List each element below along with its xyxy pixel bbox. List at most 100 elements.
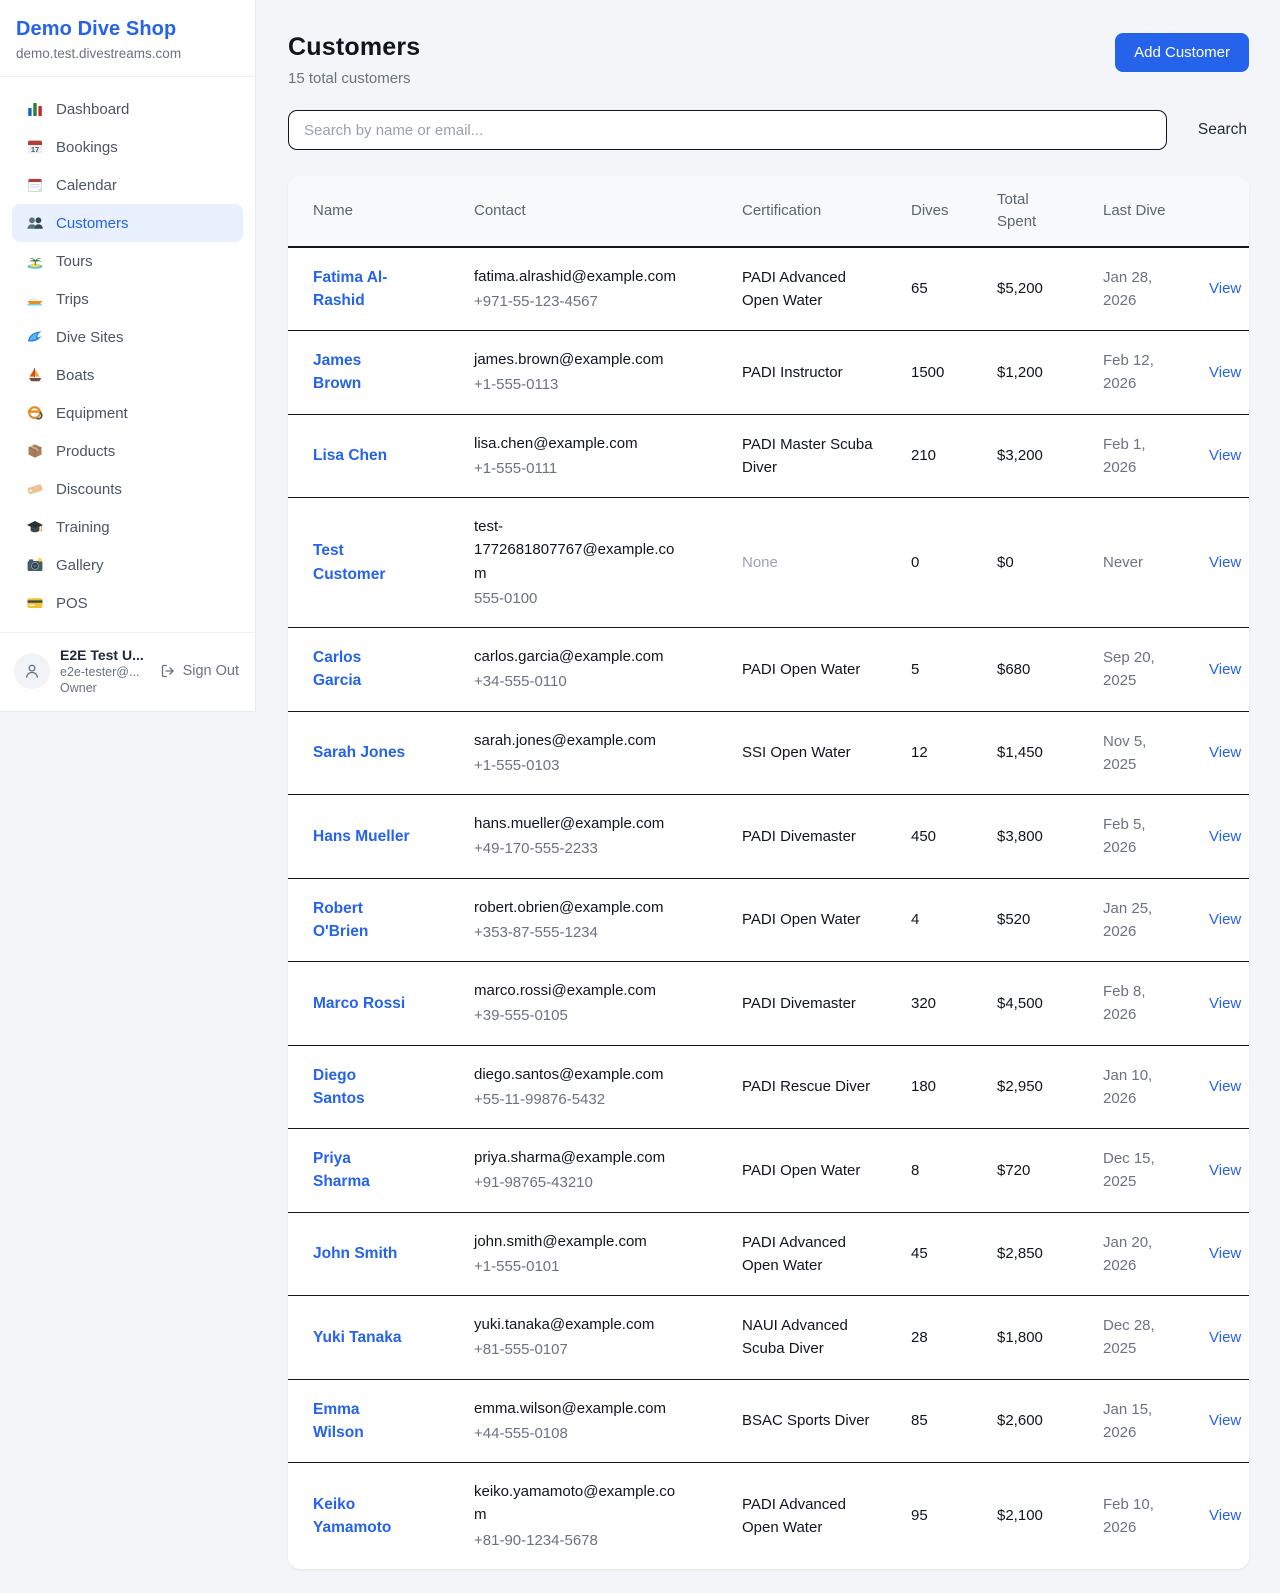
view-customer-link[interactable]: View bbox=[1209, 1507, 1241, 1524]
customer-row: Sarah Jones sarah.jones@example.com +1-5… bbox=[288, 711, 1249, 795]
customer-phone: +1-555-0103 bbox=[474, 754, 682, 777]
customer-name-link[interactable]: Sarah Jones bbox=[313, 741, 405, 764]
customer-email: yuki.tanaka@example.com bbox=[474, 1313, 682, 1336]
search-input[interactable] bbox=[288, 110, 1167, 150]
view-customer-link[interactable]: View bbox=[1209, 1078, 1241, 1095]
customer-contact: diego.santos@example.com +55-11-99876-54… bbox=[474, 1063, 682, 1112]
customer-row: Hans Mueller hans.mueller@example.com +4… bbox=[288, 795, 1249, 879]
view-customer-link[interactable]: View bbox=[1209, 744, 1241, 761]
people-icon bbox=[26, 214, 44, 232]
customer-certification: PADI Divemaster bbox=[742, 995, 856, 1012]
sidebar-item-products[interactable]: Products bbox=[12, 432, 243, 470]
customer-certification: PADI Advanced Open Water bbox=[742, 1496, 846, 1536]
customer-dives: 0 bbox=[911, 554, 919, 571]
customer-row: Marco Rossi marco.rossi@example.com +39-… bbox=[288, 962, 1249, 1046]
user-name: E2E Test U... bbox=[60, 647, 148, 663]
customer-name-link[interactable]: Fatima Al-Rashid bbox=[313, 266, 410, 313]
sidebar-item-customers[interactable]: Customers bbox=[12, 204, 243, 242]
svg-text:17: 17 bbox=[31, 145, 39, 154]
customer-total-spent: $1,200 bbox=[997, 364, 1043, 381]
sailboat-icon bbox=[26, 366, 44, 384]
customer-name-link[interactable]: Yuki Tanaka bbox=[313, 1326, 401, 1349]
customer-contact: marco.rossi@example.com +39-555-0105 bbox=[474, 979, 682, 1028]
view-customer-link[interactable]: View bbox=[1209, 995, 1241, 1012]
customer-email: keiko.yamamoto@example.com bbox=[474, 1480, 682, 1527]
customer-certification: SSI Open Water bbox=[742, 744, 851, 761]
customer-dives: 210 bbox=[911, 447, 936, 464]
customer-email: sarah.jones@example.com bbox=[474, 729, 682, 752]
sidebar-item-label: Training bbox=[56, 519, 110, 536]
customer-row: James Brown james.brown@example.com +1-5… bbox=[288, 331, 1249, 415]
customer-certification: PADI Master Scuba Diver bbox=[742, 436, 873, 476]
customer-certification: NAUI Advanced Scuba Diver bbox=[742, 1317, 848, 1357]
customer-contact: robert.obrien@example.com +353-87-555-12… bbox=[474, 896, 682, 945]
sidebar-item-training[interactable]: Training bbox=[12, 508, 243, 546]
customer-email: emma.wilson@example.com bbox=[474, 1397, 682, 1420]
customer-contact: test-1772681807767@example.com 555-0100 bbox=[474, 515, 682, 610]
customer-dives: 180 bbox=[911, 1078, 936, 1095]
sidebar-item-discounts[interactable]: Discounts bbox=[12, 470, 243, 508]
view-customer-link[interactable]: View bbox=[1209, 554, 1241, 571]
calendar-icon bbox=[26, 176, 44, 194]
customer-phone: +353-87-555-1234 bbox=[474, 921, 682, 944]
customer-certification: PADI Open Water bbox=[742, 911, 860, 928]
customer-name-link[interactable]: James Brown bbox=[313, 349, 410, 396]
sidebar-item-dive-sites[interactable]: Dive Sites bbox=[12, 318, 243, 356]
customer-name-link[interactable]: Hans Mueller bbox=[313, 825, 409, 848]
sidebar-item-tours[interactable]: Tours bbox=[12, 242, 243, 280]
customer-total-spent: $520 bbox=[997, 911, 1030, 928]
customer-contact: lisa.chen@example.com +1-555-0111 bbox=[474, 432, 682, 481]
customer-name-link[interactable]: Priya Sharma bbox=[313, 1147, 410, 1194]
customer-dives: 95 bbox=[911, 1507, 928, 1524]
search-button[interactable]: Search bbox=[1196, 117, 1249, 143]
customer-row: Carlos Garcia carlos.garcia@example.com … bbox=[288, 628, 1249, 712]
customer-last-dive: Feb 8, 2026 bbox=[1103, 983, 1146, 1023]
view-customer-link[interactable]: View bbox=[1209, 1412, 1241, 1429]
sidebar: Demo Dive Shop demo.test.divestreams.com… bbox=[0, 0, 256, 712]
customer-name-link[interactable]: John Smith bbox=[313, 1242, 397, 1265]
customer-last-dive: Jan 28, 2026 bbox=[1103, 269, 1152, 309]
calendar-date-icon: 17 bbox=[26, 138, 44, 156]
customer-phone: +34-555-0110 bbox=[474, 670, 682, 693]
user-role: Owner bbox=[60, 681, 148, 695]
view-customer-link[interactable]: View bbox=[1209, 1329, 1241, 1346]
sidebar-item-pos[interactable]: POS bbox=[12, 584, 243, 622]
customer-dives: 1500 bbox=[911, 364, 944, 381]
sidebar-item-label: Gallery bbox=[56, 557, 104, 574]
customer-name-link[interactable]: Emma Wilson bbox=[313, 1398, 410, 1445]
sidebar-item-boats[interactable]: Boats bbox=[12, 356, 243, 394]
sidebar-item-calendar[interactable]: Calendar bbox=[12, 166, 243, 204]
sidebar-item-equipment[interactable]: Equipment bbox=[12, 394, 243, 432]
view-customer-link[interactable]: View bbox=[1209, 828, 1241, 845]
customer-name-link[interactable]: Carlos Garcia bbox=[313, 646, 410, 693]
customer-dives: 65 bbox=[911, 280, 928, 297]
customer-name-link[interactable]: Lisa Chen bbox=[313, 444, 387, 467]
view-customer-link[interactable]: View bbox=[1209, 364, 1241, 381]
sign-out-button[interactable]: Sign Out bbox=[158, 663, 241, 679]
sidebar-item-bookings[interactable]: 17 Bookings bbox=[12, 128, 243, 166]
view-customer-link[interactable]: View bbox=[1209, 911, 1241, 928]
customer-phone: +1-555-0113 bbox=[474, 373, 682, 396]
customer-total-spent: $680 bbox=[997, 661, 1030, 678]
sidebar-item-trips[interactable]: Trips bbox=[12, 280, 243, 318]
customer-name-link[interactable]: Marco Rossi bbox=[313, 992, 405, 1015]
wave-icon bbox=[26, 328, 44, 346]
sidebar-item-gallery[interactable]: Gallery bbox=[12, 546, 243, 584]
customer-row: Robert O'Brien robert.obrien@example.com… bbox=[288, 878, 1249, 962]
customer-name-link[interactable]: Robert O'Brien bbox=[313, 897, 410, 944]
customer-name-link[interactable]: Diego Santos bbox=[313, 1064, 410, 1111]
customer-total-spent: $0 bbox=[997, 554, 1014, 571]
customer-name-link[interactable]: Keiko Yamamoto bbox=[313, 1493, 410, 1540]
sidebar-item-dashboard[interactable]: Dashboard bbox=[12, 90, 243, 128]
customer-name-link[interactable]: Test Customer bbox=[313, 539, 410, 586]
view-customer-link[interactable]: View bbox=[1209, 447, 1241, 464]
view-customer-link[interactable]: View bbox=[1209, 1245, 1241, 1262]
bar-chart-icon bbox=[26, 100, 44, 118]
speedboat-icon bbox=[26, 290, 44, 308]
view-customer-link[interactable]: View bbox=[1209, 280, 1241, 297]
view-customer-link[interactable]: View bbox=[1209, 1162, 1241, 1179]
customer-email: test-1772681807767@example.com bbox=[474, 515, 682, 585]
add-customer-button[interactable]: Add Customer bbox=[1115, 33, 1249, 72]
view-customer-link[interactable]: View bbox=[1209, 661, 1241, 678]
sidebar-item-label: Products bbox=[56, 443, 115, 460]
